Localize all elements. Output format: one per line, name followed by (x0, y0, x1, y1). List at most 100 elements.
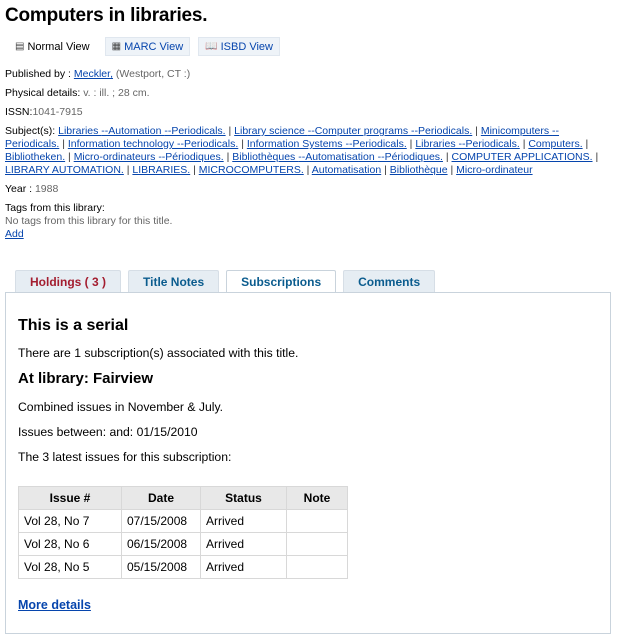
subject-link[interactable]: Micro-ordinateurs (74, 151, 159, 163)
record-details: Published by : Meckler, (Westport, CT :)… (5, 68, 611, 241)
tab-comments[interactable]: Comments (343, 270, 436, 293)
serial-heading: This is a serial (18, 317, 129, 334)
subject-separator: | (592, 151, 599, 163)
physical-value: v. : ill. ; 28 cm. (83, 87, 150, 99)
subject-link[interactable]: --Périodiques. (378, 151, 443, 163)
subject-separator: | (381, 164, 390, 176)
status-cell: Arrived (200, 555, 287, 579)
subject-separator: | (65, 151, 74, 163)
subject-link[interactable]: Library science (234, 125, 308, 137)
subject-link[interactable]: --Periodicals. (177, 138, 238, 150)
subject-separator: | (223, 151, 233, 163)
issn-row: ISSN:1041-7915 (5, 106, 611, 119)
subject-link[interactable]: Computers. (528, 138, 582, 150)
view-tabs: ▤ Normal View ▦ MARC View 📖 ISBD View (8, 37, 280, 56)
col-note: Note (286, 486, 348, 510)
subject-link[interactable]: LIBRARY AUTOMATION. (5, 164, 124, 176)
tab-normal-view-label: Normal View (27, 40, 90, 53)
record-page: Computers in libraries. ▤ Normal View ▦ … (0, 0, 618, 634)
date-cell: 05/15/2008 (121, 555, 201, 579)
subject-link[interactable]: --Computer programs (308, 125, 411, 137)
issn-value: 1041-7915 (32, 106, 83, 118)
marc-icon: ▦ (111, 40, 122, 52)
subject-link[interactable]: Bibliothèque (390, 164, 448, 176)
subject-link[interactable]: Information Systems (247, 138, 346, 150)
subject-link[interactable]: MICROCOMPUTERS. (199, 164, 304, 176)
published-row: Published by : Meckler, (Westport, CT :) (5, 68, 611, 81)
publisher-link[interactable]: Meckler, (74, 68, 113, 80)
date-cell: 07/15/2008 (121, 509, 201, 533)
issues-between: Issues between: and: 01/15/2010 (18, 425, 198, 439)
subject-link[interactable]: --Periodicals. (411, 125, 472, 137)
subject-link[interactable]: --Periodicals. (345, 138, 406, 150)
table-row: Vol 28, No 7 07/15/2008 Arrived (18, 509, 348, 533)
subject-link[interactable]: Bibliotheken. (5, 151, 65, 163)
subject-link[interactable]: Automatisation (312, 164, 381, 176)
tab-normal-view[interactable]: ▤ Normal View (8, 37, 97, 56)
issue-cell: Vol 28, No 6 (18, 532, 122, 556)
subject-separator: | (472, 125, 481, 137)
subject-separator: | (225, 125, 235, 137)
tab-subscriptions[interactable]: Subscriptions (226, 270, 337, 294)
subject-separator: | (442, 151, 452, 163)
subject-link[interactable]: Bibliothèques (232, 151, 298, 163)
tab-title-notes[interactable]: Title Notes (128, 270, 220, 293)
record-title: Computers in libraries. (5, 5, 208, 26)
physical-label: Physical details: (5, 87, 84, 99)
status-cell: Arrived (200, 532, 287, 556)
status-cell: Arrived (200, 509, 287, 533)
table-header-row: Issue # Date Status Note (18, 486, 348, 510)
subjects-label: Subject(s): (5, 125, 59, 137)
subject-link[interactable]: --Periodicals. (459, 138, 520, 150)
year-value: 1988 (34, 183, 59, 195)
note-cell (286, 555, 348, 579)
tab-isbd-view[interactable]: 📖 ISBD View (198, 37, 280, 56)
tags-section: Tags from this library: No tags from thi… (5, 202, 611, 241)
issue-cell: Vol 28, No 7 (18, 509, 122, 533)
subject-separator: | (447, 164, 457, 176)
tab-marc-view-label: MARC View (124, 40, 184, 53)
note-cell (286, 532, 348, 556)
tab-isbd-view-label: ISBD View (220, 40, 273, 53)
subscriptions-panel: This is a serial There are 1 subscriptio… (5, 292, 611, 634)
subject-link[interactable]: Information technology (68, 138, 177, 150)
subject-link[interactable]: Libraries (415, 138, 458, 150)
subject-link[interactable]: --Périodiques. (158, 151, 223, 163)
publisher-place: (Westport, CT :) (115, 68, 191, 80)
subscription-count: There are 1 subscription(s) associated w… (18, 346, 299, 360)
year-row: Year : 1988 (5, 183, 611, 196)
subject-link[interactable]: Micro-ordinateur (456, 164, 532, 176)
subject-link[interactable]: Minicomputers (481, 125, 552, 137)
date-cell: 06/15/2008 (121, 532, 201, 556)
tab-marc-view[interactable]: ▦ MARC View (104, 37, 191, 56)
year-label: Year : (5, 183, 35, 195)
physical-row: Physical details: v. : ill. ; 28 cm. (5, 87, 611, 100)
table-row: Vol 28, No 6 06/15/2008 Arrived (18, 532, 348, 556)
subject-separator: | (190, 164, 199, 176)
subject-link[interactable]: COMPUTER APPLICATIONS. (452, 151, 593, 163)
tab-holdings[interactable]: Holdings ( 3 ) (15, 270, 121, 293)
document-icon: ▤ (15, 40, 25, 52)
issue-cell: Vol 28, No 5 (18, 555, 122, 579)
col-status: Status (200, 486, 287, 510)
subjects-list: Subject(s): Libraries --Automation --Per… (5, 125, 611, 177)
published-label: Published by : (5, 68, 74, 80)
subject-separator: | (303, 164, 312, 176)
table-row: Vol 28, No 5 05/15/2008 Arrived (18, 555, 348, 579)
subject-link[interactable]: --Automatisation (298, 151, 377, 163)
add-tag-link[interactable]: Add (5, 228, 24, 240)
subject-link[interactable]: --Periodicals. (164, 125, 225, 137)
book-icon: 📖 (205, 40, 218, 52)
subscription-note: Combined issues in November & July. (18, 400, 224, 414)
more-details-link[interactable]: More details (18, 598, 91, 612)
note-cell (286, 509, 348, 533)
subject-link[interactable]: LIBRARIES. (132, 164, 190, 176)
subject-separator: | (238, 138, 247, 150)
col-issue: Issue # (18, 486, 122, 510)
subject-link[interactable]: --Automation (101, 125, 164, 137)
latest-issues-text: The 3 latest issues for this subscriptio… (18, 450, 232, 464)
subject-link[interactable]: Libraries (58, 125, 101, 137)
record-tabs: Holdings ( 3 ) Title Notes Subscriptions… (15, 270, 436, 294)
subject-separator: | (582, 138, 589, 150)
tags-label: Tags from this library: (5, 202, 105, 214)
